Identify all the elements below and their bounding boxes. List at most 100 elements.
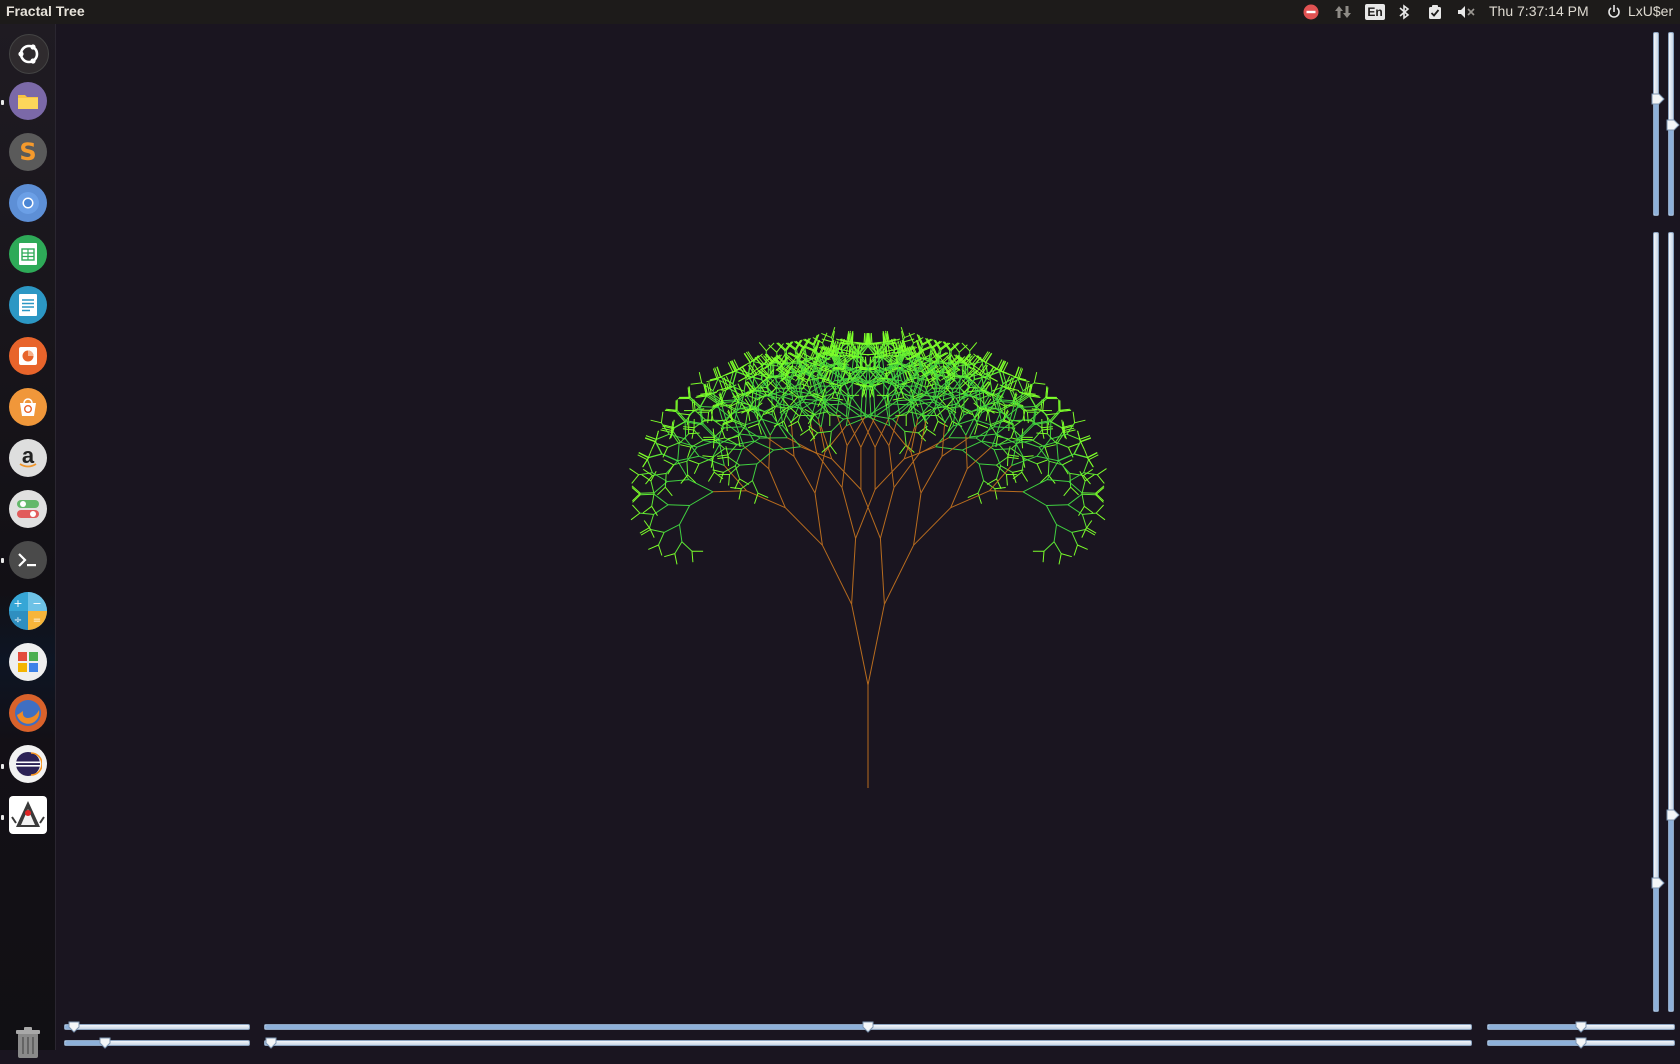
tree-branch [1051, 412, 1060, 422]
tree-branch [659, 532, 665, 545]
tree-branch [1071, 487, 1079, 495]
tree-branch [1074, 545, 1077, 556]
fractal-canvas[interactable] [56, 24, 1680, 1050]
tree-branch [974, 366, 975, 380]
checkbox-tasks-icon[interactable] [1426, 0, 1444, 24]
tree-branch [889, 446, 894, 488]
color-saturation-slider[interactable] [1668, 32, 1674, 216]
tree-branch [632, 486, 640, 493]
slider-thumb[interactable] [1575, 1020, 1587, 1032]
slider-thumb[interactable] [862, 1020, 874, 1032]
slider-thumb[interactable] [99, 1036, 111, 1048]
leaf-size-slider[interactable] [1653, 232, 1659, 1012]
chromium-icon[interactable] [9, 184, 47, 222]
clock[interactable]: Thu 7:37:14 PM [1489, 3, 1589, 19]
calculator-icon[interactable]: +−÷= [9, 592, 47, 630]
ubuntu-software-icon[interactable] [9, 388, 47, 426]
libreoffice-calc-icon[interactable] [9, 235, 47, 273]
slider-thumb[interactable] [1575, 1036, 1587, 1048]
depth-slider[interactable] [64, 1040, 250, 1046]
tree-branch [1085, 530, 1095, 536]
slider-thumb[interactable] [68, 1020, 80, 1032]
tree-branch [830, 431, 831, 445]
tree-branch [659, 545, 662, 556]
running-indicator [1, 100, 4, 105]
network-updown-icon[interactable] [1333, 0, 1353, 24]
tree-branch [694, 464, 699, 474]
app-grid-icon[interactable] [9, 643, 47, 681]
java-duke-icon[interactable] [9, 796, 47, 834]
tree-branch [1084, 450, 1088, 460]
tree-branch [633, 495, 641, 503]
tree-branch [769, 345, 777, 353]
tree-branch [1078, 545, 1088, 549]
slider-thumb[interactable] [1651, 876, 1665, 888]
slider-thumb[interactable] [265, 1036, 277, 1048]
color-hue-slider[interactable] [1653, 32, 1659, 216]
tree-branch [865, 333, 866, 344]
user-menu[interactable]: LxU$er [1628, 3, 1673, 19]
trash-icon[interactable] [13, 1027, 43, 1064]
tree-branch [774, 447, 801, 450]
libreoffice-writer-icon[interactable] [9, 286, 47, 324]
sublime-text-icon[interactable]: S [9, 133, 47, 171]
tree-branch [720, 472, 724, 483]
slider-thumb[interactable] [1651, 92, 1665, 104]
bluetooth-icon[interactable] [1396, 0, 1412, 24]
tree-branch [1013, 472, 1022, 479]
session-power-icon[interactable] [1604, 0, 1624, 24]
tree-branch [978, 424, 988, 428]
tree-branch [752, 464, 757, 481]
eclipse-icon[interactable] [9, 745, 47, 783]
tree-branch [668, 505, 690, 506]
amazon-icon[interactable]: a [9, 439, 47, 477]
tree-branch [1037, 456, 1058, 461]
tree-branch [858, 345, 859, 356]
slider-thumb[interactable] [1666, 808, 1680, 820]
tree-branch [1072, 532, 1078, 545]
system-settings-icon[interactable] [9, 490, 47, 528]
left-angle-slider[interactable] [1487, 1024, 1675, 1030]
no-entry-icon[interactable] [1302, 0, 1320, 24]
tree-branch [1082, 514, 1086, 527]
files-icon[interactable] [9, 82, 47, 120]
svg-text:÷: ÷ [14, 615, 22, 626]
branch-angle-slider[interactable] [64, 1024, 250, 1030]
leaf-size-slider-fill [1654, 882, 1658, 1011]
tree-branch [919, 438, 949, 454]
tree-branch [656, 434, 669, 439]
trunk-length-slider[interactable] [264, 1024, 1472, 1030]
tree-branch [1068, 494, 1082, 505]
branch-ratio-slider[interactable] [264, 1040, 1472, 1046]
tree-branch [707, 396, 718, 404]
tree-branch [979, 464, 984, 481]
keyboard-layout-icon[interactable]: En [1365, 0, 1385, 24]
stroke-width-slider[interactable] [1668, 232, 1674, 1012]
tree-branch [1034, 372, 1036, 383]
tree-branch [632, 493, 640, 501]
right-angle-slider[interactable] [1487, 1040, 1675, 1046]
tree-branch [690, 397, 700, 406]
firefox-icon[interactable] [9, 694, 47, 732]
tree-branch [739, 376, 749, 381]
tree-branch [713, 437, 714, 448]
tree-branch [664, 525, 679, 533]
tree-branch [959, 345, 967, 353]
tree-branch [962, 441, 982, 450]
tree-branch [966, 435, 967, 469]
tree-branch [1047, 434, 1057, 444]
tree-branch [856, 490, 876, 539]
tree-branch [867, 354, 878, 355]
tree-branch [986, 353, 992, 362]
tree-branch [657, 487, 665, 495]
tree-branch [691, 440, 703, 447]
tree-branch [664, 554, 675, 557]
running-indicator [1, 558, 4, 563]
terminal-icon[interactable] [9, 541, 47, 579]
tree-branch [699, 372, 701, 383]
libreoffice-impress-icon[interactable] [9, 337, 47, 375]
ubuntu-dash-icon[interactable] [9, 34, 49, 74]
tree-branch [1085, 475, 1094, 481]
slider-thumb[interactable] [1666, 118, 1680, 130]
volume-muted-icon[interactable] [1455, 0, 1477, 24]
